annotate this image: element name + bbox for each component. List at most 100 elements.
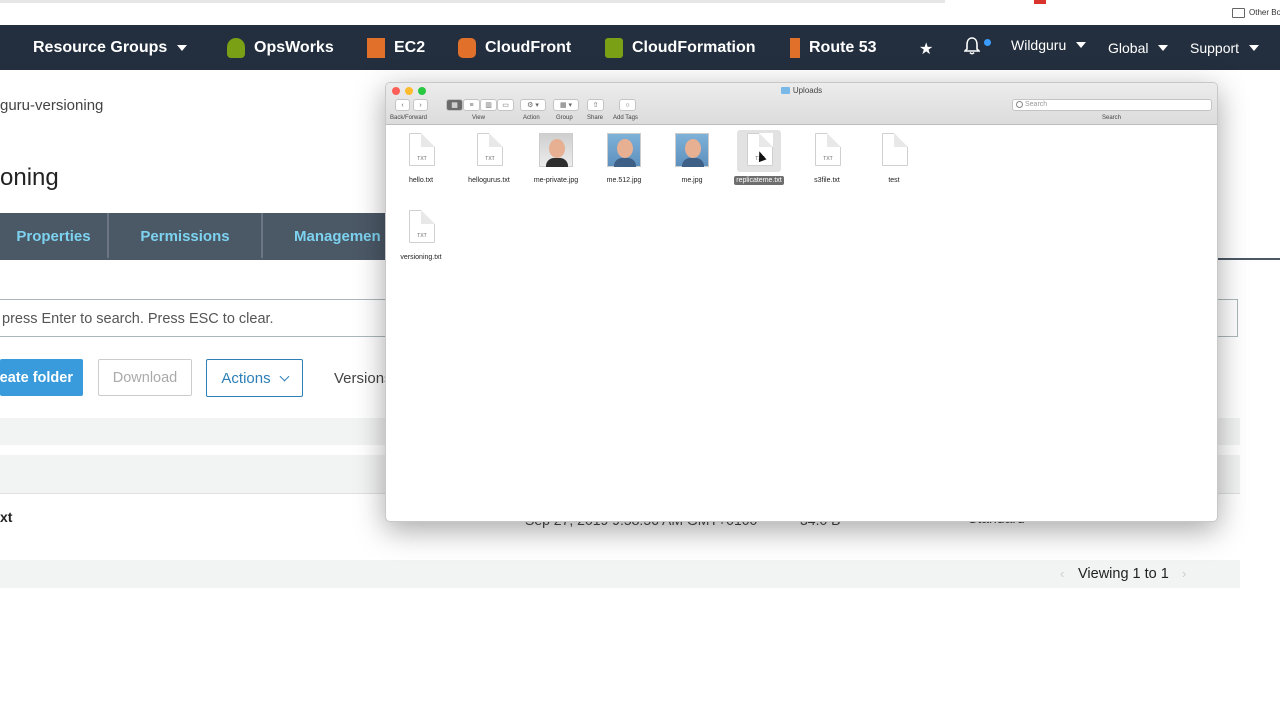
- browser-bookmarks-bar: Other Boo: [0, 0, 1280, 25]
- image-thumbnail-icon: [675, 133, 709, 169]
- finder-title: Uploads: [386, 86, 1217, 95]
- cloudformation-icon: [605, 37, 623, 58]
- text-file-icon: TXT: [472, 133, 506, 169]
- service-shortcut-opsworks[interactable]: OpsWorks: [227, 25, 334, 70]
- region-menu[interactable]: Global: [1108, 25, 1169, 70]
- back-button[interactable]: ‹: [395, 99, 410, 111]
- pagination-prev[interactable]: ‹: [1060, 566, 1064, 581]
- ec2-icon: [367, 37, 385, 58]
- file-name: me.jpg: [681, 177, 703, 184]
- service-shortcut-ec2[interactable]: EC2: [367, 25, 425, 70]
- column-view-button[interactable]: ▥: [480, 99, 497, 111]
- forward-button[interactable]: ›: [413, 99, 428, 111]
- text-file-icon: TXT: [404, 210, 438, 246]
- bookmarks-other-label: Other Boo: [1249, 8, 1280, 18]
- support-menu[interactable]: Support: [1190, 25, 1260, 70]
- icon-view-button[interactable]: ▦: [446, 99, 463, 111]
- account-menu[interactable]: Wildguru: [1011, 22, 1087, 67]
- versions-toggle-label[interactable]: Versions: [334, 370, 392, 387]
- tab-management[interactable]: Managemen: [263, 213, 403, 259]
- download-button[interactable]: Download: [98, 359, 192, 396]
- file-item[interactable]: TXT hello.txt: [386, 133, 456, 187]
- route53-icon: [790, 37, 800, 58]
- tab-properties[interactable]: Properties: [0, 213, 107, 259]
- file-name: me.512.jpg: [606, 177, 642, 184]
- action-menu-button[interactable]: ⚙ ▾: [520, 99, 546, 111]
- caret-down-icon: [1076, 41, 1087, 48]
- back-forward-label: Back/Forward: [390, 115, 428, 121]
- service-label: CloudFront: [485, 38, 572, 56]
- add-tags-label: Add Tags: [613, 115, 638, 121]
- text-file-icon: TXT: [404, 133, 438, 169]
- file-item[interactable]: TXT versioning.txt: [386, 210, 456, 264]
- tab-strip-indicator: [0, 0, 945, 3]
- service-label: EC2: [394, 38, 426, 56]
- service-label: Route 53: [809, 38, 877, 56]
- file-name: hello.txt: [408, 177, 434, 184]
- caret-down-icon: [177, 44, 188, 51]
- actions-label: Actions: [221, 369, 271, 387]
- view-label: View: [472, 115, 485, 121]
- folder-icon: [1232, 8, 1245, 18]
- file-name: test: [888, 177, 900, 184]
- folder-icon: [780, 87, 790, 94]
- tab-permissions[interactable]: Permissions: [109, 213, 261, 259]
- pagination-next[interactable]: ›: [1182, 566, 1186, 581]
- file-item[interactable]: test: [859, 133, 929, 187]
- finder-window: Uploads ‹ › Back/Forward ▦ ≡ ▥ ▭ View ⚙ …: [385, 82, 1218, 522]
- table-row-name[interactable]: xt: [0, 509, 12, 525]
- add-tags-button[interactable]: ○: [619, 99, 636, 111]
- finder-search-input[interactable]: Search: [1012, 99, 1212, 111]
- region-label: Global: [1108, 39, 1149, 56]
- aws-nav-bar: Resource Groups OpsWorks EC2 CloudFront …: [0, 25, 1280, 70]
- create-folder-button[interactable]: eate folder: [0, 359, 83, 396]
- service-shortcut-cloudformation[interactable]: CloudFormation: [605, 25, 756, 70]
- gallery-view-button[interactable]: ▭: [497, 99, 514, 111]
- image-thumbnail-icon: [539, 133, 573, 169]
- bell-icon[interactable]: [964, 37, 980, 55]
- extension-badge: [1034, 0, 1046, 4]
- table-footer: [0, 560, 1240, 588]
- service-shortcut-route53[interactable]: Route 53: [790, 25, 877, 70]
- finder-toolbar: Uploads ‹ › Back/Forward ▦ ≡ ▥ ▭ View ⚙ …: [386, 83, 1217, 125]
- caret-down-icon: [1158, 44, 1169, 51]
- blank-file-icon: [877, 133, 911, 169]
- file-item[interactable]: me.512.jpg: [589, 133, 659, 187]
- service-shortcut-cloudfront[interactable]: CloudFront: [458, 25, 571, 70]
- chevron-down-icon: [279, 371, 290, 381]
- file-item[interactable]: me-private.jpg: [521, 133, 591, 187]
- pin-icon[interactable]: ★: [919, 39, 933, 59]
- resource-groups-menu[interactable]: Resource Groups: [33, 25, 188, 70]
- share-label: Share: [587, 115, 604, 121]
- bookmarks-other-folder[interactable]: Other Boo: [1232, 8, 1280, 18]
- file-name: versioning.txt: [400, 254, 442, 261]
- cloudfront-icon: [458, 37, 476, 58]
- breadcrumb[interactable]: guru-versioning: [0, 97, 103, 114]
- finder-title-label: Uploads: [792, 86, 823, 95]
- search-icon: [1016, 101, 1023, 108]
- search-label: Search: [1102, 115, 1122, 121]
- caret-down-icon: [1249, 44, 1260, 51]
- file-name: replicateme.txt: [734, 176, 784, 185]
- pagination-status: Viewing 1 to 1: [1078, 566, 1169, 582]
- file-name: me-private.jpg: [533, 177, 579, 184]
- support-label: Support: [1190, 39, 1240, 56]
- file-name: hellogurus.txt: [468, 177, 510, 184]
- file-name: s3file.txt: [814, 177, 840, 184]
- text-file-icon: TXT: [810, 133, 844, 169]
- service-label: CloudFormation: [632, 38, 756, 56]
- group-label: Group: [556, 115, 573, 121]
- file-item[interactable]: me.jpg: [657, 133, 727, 187]
- bucket-tabs: Properties Permissions Managemen: [0, 213, 403, 259]
- list-view-button[interactable]: ≡: [463, 99, 480, 111]
- group-menu-button[interactable]: ▦ ▾: [553, 99, 579, 111]
- resource-groups-label: Resource Groups: [33, 38, 168, 56]
- actions-button[interactable]: Actions: [206, 359, 303, 397]
- opsworks-icon: [227, 37, 245, 58]
- notification-dot: [984, 39, 991, 46]
- file-item[interactable]: TXT hellogurus.txt: [454, 133, 524, 187]
- page-title: oning: [0, 164, 59, 191]
- account-label: Wildguru: [1011, 36, 1067, 53]
- file-item[interactable]: TXT s3file.txt: [792, 133, 862, 187]
- share-button[interactable]: ⇧: [587, 99, 604, 111]
